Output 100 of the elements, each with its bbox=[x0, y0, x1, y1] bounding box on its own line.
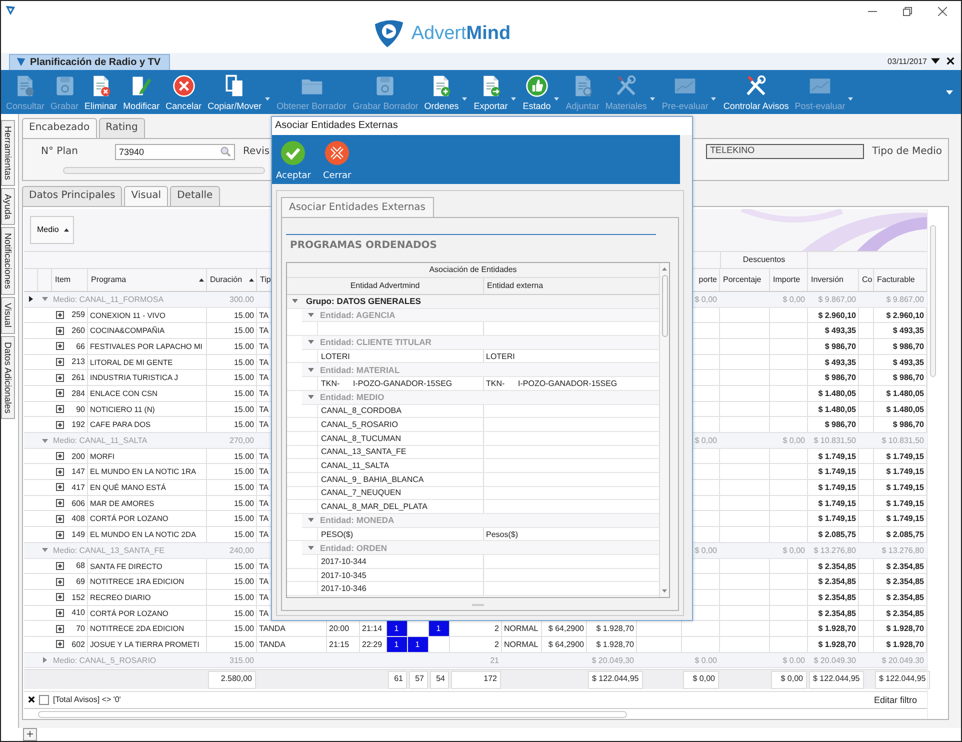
table-cell-text: 606 bbox=[70, 498, 85, 508]
group-total: 315.00 bbox=[228, 654, 255, 667]
table-cell-text: TA bbox=[258, 372, 270, 384]
table-cell-text: $ 1.749,15 bbox=[817, 466, 857, 478]
table-cell-text: $ 2.354,85 bbox=[817, 592, 857, 604]
group-total: $ 0,00 bbox=[694, 544, 718, 557]
table-cell-text: $ 2.354,85 bbox=[885, 592, 925, 604]
entity-label: Entidad: MONEDA bbox=[320, 515, 394, 526]
table-cell-text: 20:00 bbox=[328, 623, 350, 636]
table-cell-text: 90 bbox=[75, 404, 85, 414]
group-total: $ 13.276,80 bbox=[880, 544, 925, 557]
table-cell-text: $ 1.749,15 bbox=[817, 513, 857, 526]
group-total: $ 0.00 bbox=[694, 654, 718, 667]
table-cell-text: $ 493,35 bbox=[892, 325, 925, 338]
table-cell-text: $ 2.085,75 bbox=[885, 529, 925, 542]
table-cell-text: 15.00 bbox=[232, 419, 255, 432]
table-cell-text: 15.00 bbox=[232, 450, 255, 463]
group-total: $ 0,00 bbox=[782, 435, 806, 448]
table-cell-text: 68 bbox=[75, 561, 85, 570]
table-cell-text: $ 1.749,15 bbox=[885, 513, 925, 526]
table-cell-text: 149 bbox=[70, 530, 85, 540]
table-cell-text: $ 986,70 bbox=[892, 372, 925, 384]
table-cell-text: $ 1.749,15 bbox=[817, 498, 857, 510]
table-cell-text: 152 bbox=[70, 592, 85, 602]
table-cell-text: $ 493,35 bbox=[824, 325, 857, 338]
table-cell-text: TA bbox=[258, 388, 270, 400]
table-cell: CANAL_8_TUCUMAN bbox=[321, 434, 402, 443]
table-cell-text: $ 1.480,05 bbox=[817, 404, 857, 416]
table-cell-text: TA bbox=[258, 419, 270, 432]
entity-label: Entidad: AGENCIA bbox=[320, 310, 396, 320]
table-cell-text: TA bbox=[258, 576, 270, 588]
column-band-header: Asociación de Entidades bbox=[287, 263, 659, 278]
media-type-label: Tipo de Medio bbox=[872, 146, 942, 158]
group-total: $ 13.276,80 bbox=[812, 544, 857, 557]
total-cell: 54 bbox=[430, 670, 449, 689]
table-cell: CANAL_7_NEUQUEN bbox=[321, 488, 402, 498]
table-cell: CANAL_11_SALTA bbox=[321, 461, 390, 470]
table-cell-text: $ 1.749,15 bbox=[817, 482, 857, 494]
logo-text: AdvertMind bbox=[411, 23, 511, 45]
entity-label: Entidad: CLIENTE TITULAR bbox=[320, 337, 432, 348]
dialog-title: Asociar Entidades Externas bbox=[272, 117, 692, 136]
table-cell-text: 15.00 bbox=[232, 482, 255, 494]
table-cell-text: 408 bbox=[70, 514, 85, 524]
table-cell-text: $ 2.354,85 bbox=[885, 576, 925, 588]
table-cell-text: 15.00 bbox=[232, 576, 255, 588]
section-title: PROGRAMAS ORDENADOS bbox=[286, 234, 656, 254]
table-cell-text: $ 986,70 bbox=[892, 419, 925, 432]
day-cell: 1 bbox=[387, 621, 407, 636]
group-total: $ 0,00 bbox=[694, 294, 718, 306]
table-cell-text: TA bbox=[258, 560, 270, 573]
total-cell: $ 0,00 bbox=[683, 670, 719, 689]
group-total: $ 0,00 bbox=[694, 435, 718, 448]
table-cell-text: $ 64,2900 bbox=[547, 638, 585, 651]
group-label: Medio: CANAL_11_FORMOSA bbox=[53, 294, 164, 304]
table-cell-text: 2 bbox=[494, 638, 500, 651]
table-cell-text: TA bbox=[258, 482, 270, 494]
table-cell: 2017-10-344 bbox=[321, 556, 366, 566]
table-cell: TKN- I-POZO-GANADOR-15SEG bbox=[486, 378, 618, 388]
table-cell-text: TA bbox=[258, 513, 270, 526]
table-cell-text: $ 2.354,85 bbox=[817, 560, 857, 573]
table-cell-text: 213 bbox=[70, 357, 85, 366]
table-cell-text: 70 bbox=[75, 624, 85, 634]
total-cell: 172 bbox=[451, 670, 501, 689]
group-label: Medio: CANAL_5_ROSARIO bbox=[53, 656, 156, 665]
entity-label: Entidad: ORDEN bbox=[320, 542, 388, 553]
group-total: $ 10.831,50 bbox=[812, 435, 857, 448]
table-cell-text: 15.00 bbox=[232, 340, 255, 353]
table-cell-text: $ 1.480,05 bbox=[817, 388, 857, 400]
group-total: $ 9.867,00 bbox=[885, 294, 925, 306]
table-cell: CANAL_8_CORDOBA bbox=[321, 406, 402, 416]
table-cell-text: 69 bbox=[75, 577, 85, 586]
table-cell-text: 15.00 bbox=[232, 592, 255, 604]
table-cell-text: TA bbox=[258, 529, 270, 542]
table-cell-text: $ 986,70 bbox=[824, 340, 857, 353]
table-cell-text: TA bbox=[258, 592, 270, 604]
table-cell-text: $ 493,35 bbox=[824, 356, 857, 369]
total-cell: $ 122.044,95 bbox=[875, 670, 930, 689]
table-cell-text: 602 bbox=[70, 640, 85, 649]
total-cell: $ 122.044,95 bbox=[588, 670, 643, 689]
table-cell-text: 15.00 bbox=[232, 388, 255, 400]
group-total: $ 20.049,30 bbox=[590, 654, 635, 667]
table-cell-text: $ 2.960,10 bbox=[817, 310, 857, 322]
table-cell-text: $ 1.928,70 bbox=[595, 638, 635, 651]
total-cell: 2.580,00 bbox=[208, 670, 256, 689]
table-cell-text: TA bbox=[258, 340, 270, 353]
filter-text: [Total Avisos] <> '0' bbox=[53, 695, 121, 704]
table-cell-text: 15.00 bbox=[232, 608, 255, 620]
date-label: 03/11/2017 bbox=[888, 56, 927, 66]
group-total: 300.00 bbox=[228, 294, 255, 306]
table-cell-text: $ 2.960,10 bbox=[885, 310, 925, 322]
table-cell-text: TA bbox=[258, 498, 270, 510]
table-cell-text: 15.00 bbox=[232, 310, 255, 322]
column-band-header: Descuentos bbox=[720, 252, 808, 268]
table-cell-text: 15.00 bbox=[232, 372, 255, 384]
table-cell-text: 15.00 bbox=[232, 638, 255, 651]
table-cell-text: $ 1.480,05 bbox=[885, 404, 925, 416]
table-cell-text: 417 bbox=[70, 482, 85, 492]
table-cell-text: 15.00 bbox=[232, 404, 255, 416]
table-cell: CANAL_5_ROSARIO bbox=[321, 420, 398, 430]
table-cell: LOTERI bbox=[321, 352, 350, 361]
